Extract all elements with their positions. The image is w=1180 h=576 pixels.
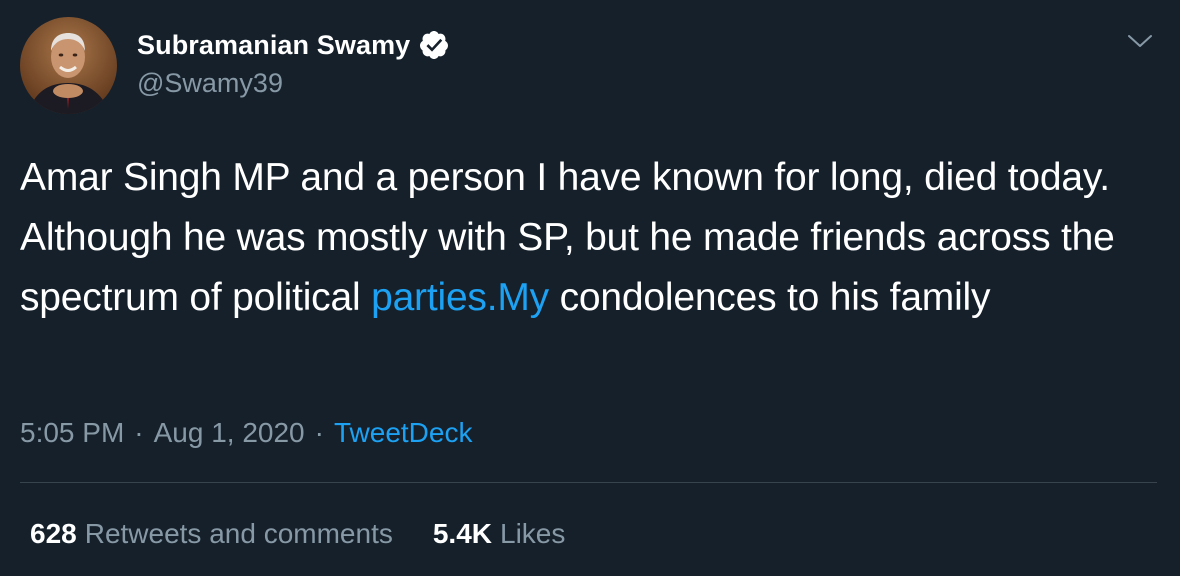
author-display-name[interactable]: Subramanian Swamy: [137, 30, 410, 61]
tweet-link[interactable]: parties.My: [371, 276, 549, 319]
tweet-time[interactable]: 5:05 PM: [20, 417, 124, 448]
tweet-text: Amar Singh MP and a person I have known …: [20, 148, 1160, 328]
chevron-down-icon[interactable]: [1125, 30, 1155, 52]
tweet-source-link[interactable]: TweetDeck: [334, 417, 473, 448]
meta-separator-2: ·: [314, 417, 324, 448]
author-avatar[interactable]: [20, 17, 117, 114]
author-info: Subramanian Swamy @Swamy39: [137, 26, 450, 99]
name-row: Subramanian Swamy: [137, 26, 450, 64]
tweet-date[interactable]: Aug 1, 2020: [154, 417, 305, 448]
retweets-count: 628: [30, 518, 77, 549]
author-handle[interactable]: @Swamy39: [137, 68, 450, 99]
likes-stat[interactable]: 5.4K Likes: [433, 514, 566, 554]
tweet-stats: 628 Retweets and comments 5.4K Likes: [30, 514, 605, 554]
likes-count: 5.4K: [432, 518, 493, 549]
avatar-photo-icon: [20, 17, 117, 114]
tweet-meta: 5:05 PM · Aug 1, 2020 · TweetDeck: [20, 413, 472, 453]
retweets-label: Retweets and comments: [84, 518, 393, 549]
verified-badge-icon: [418, 29, 450, 61]
tweet-text-part2: condolences to his family: [548, 276, 991, 319]
divider: [20, 482, 1157, 483]
retweets-stat[interactable]: 628 Retweets and comments: [30, 514, 393, 554]
likes-label: Likes: [500, 518, 566, 549]
tweet-card: Subramanian Swamy @Swamy39 Amar Singh MP…: [0, 0, 1180, 576]
meta-separator: ·: [134, 417, 144, 448]
